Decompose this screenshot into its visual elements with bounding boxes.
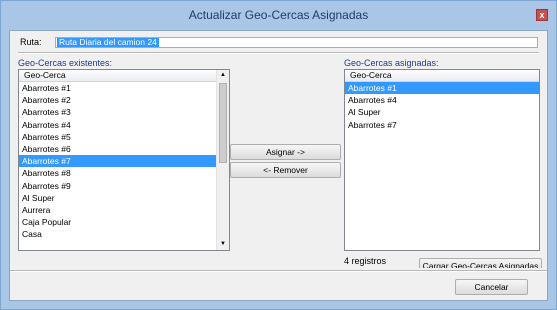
ruta-value: Ruta Diaria del camion 24 — [57, 37, 159, 47]
ruta-field[interactable]: Ruta Diaria del camion 24 — [55, 37, 538, 48]
existentes-rows: Abarrotes #1 Abarrotes #2 Abarrotes #3 Abar… — [19, 82, 229, 240]
scroll-down-icon[interactable]: ▼ — [217, 239, 229, 250]
existentes-label: Geo-Cercas existentes: — [18, 58, 113, 68]
list-item[interactable]: Abarrotes #1 — [345, 82, 539, 95]
existentes-column-header[interactable]: Geo-Cerca — [19, 70, 217, 82]
footer: Cancelar — [10, 268, 547, 300]
list-item[interactable]: Caja Popular — [19, 216, 229, 228]
asignadas-rows: Abarrotes #1 Abarrotes #4 Al Super Abarrote… — [345, 82, 539, 131]
list-item[interactable]: Al Super — [19, 192, 229, 204]
dialog-body: Ruta: Ruta Diaria del camion 24 Geo-Cerc… — [9, 30, 548, 301]
list-item[interactable]: Abarrotes #5 — [19, 131, 229, 143]
registros-count: 4 registros — [344, 256, 387, 266]
ruta-label: Ruta: — [20, 37, 42, 47]
list-item[interactable]: Abarrotes #7 — [345, 119, 539, 131]
list-item[interactable]: Abarrotes #8 — [19, 167, 229, 179]
remove-button[interactable]: <- Remover — [230, 162, 341, 178]
list-item[interactable]: Abarrotes #1 — [19, 82, 229, 94]
list-item[interactable]: Abarrotes #4 — [19, 119, 229, 131]
title-bar[interactable]: Actualizar Geo-Cercas Asignadas x — [1, 1, 556, 29]
assign-button[interactable]: Asignar -> — [230, 144, 341, 160]
footer-divider — [10, 270, 547, 272]
window-title: Actualizar Geo-Cercas Asignadas — [188, 8, 369, 22]
list-item[interactable]: Aurrera — [19, 204, 229, 216]
asignadas-label: Geo-Cercas asignadas: — [344, 58, 439, 68]
scroll-up-icon[interactable]: ▲ — [217, 70, 229, 81]
existentes-scrollbar[interactable]: ▲ ▼ — [216, 70, 229, 250]
close-icon[interactable]: x — [536, 9, 548, 21]
scroll-thumb[interactable] — [219, 83, 227, 163]
list-item[interactable]: Casa — [19, 228, 229, 240]
list-item[interactable]: Abarrotes #9 — [19, 180, 229, 192]
dialog-window: Actualizar Geo-Cercas Asignadas x Ruta: … — [0, 0, 557, 310]
cancel-button[interactable]: Cancelar — [455, 279, 528, 295]
list-item[interactable]: Al Super — [345, 106, 539, 118]
list-item[interactable]: Abarrotes #3 — [19, 106, 229, 118]
asignadas-listbox[interactable]: Geo-Cerca Abarrotes #1 Abarrotes #4 Al Sup… — [344, 69, 540, 251]
top-divider — [18, 52, 539, 54]
list-item[interactable]: Abarrotes #4 — [345, 94, 539, 106]
existentes-listbox[interactable]: Geo-Cerca Abarrotes #1 Abarrotes #2 Abarro… — [18, 69, 230, 251]
asignadas-column-header[interactable]: Geo-Cerca — [345, 70, 539, 82]
list-item[interactable]: Abarrotes #2 — [19, 94, 229, 106]
list-item[interactable]: Abarrotes #7 — [19, 155, 229, 168]
list-item[interactable]: Abarrotes #6 — [19, 143, 229, 155]
